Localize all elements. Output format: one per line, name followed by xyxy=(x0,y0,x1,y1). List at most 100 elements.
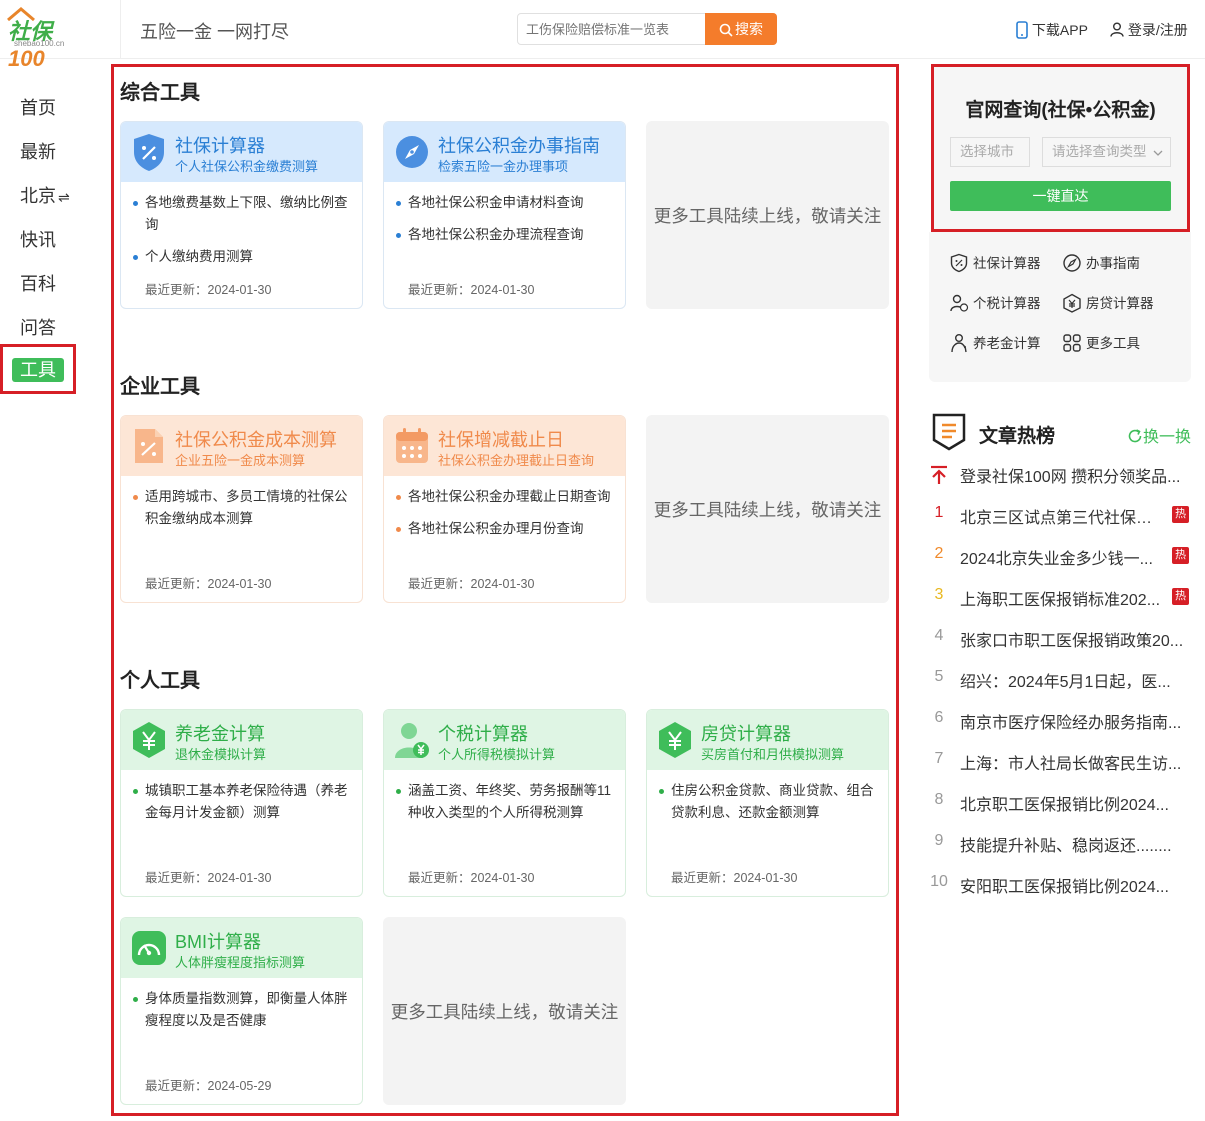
yuan-hexagon-icon xyxy=(133,722,165,758)
card-subtitle: 人体胖瘦程度指标测算 xyxy=(175,955,306,970)
nav-home[interactable]: 首页 xyxy=(20,94,56,120)
card-header: 社保计算器 个人社保公积金缴费测算 xyxy=(121,122,362,182)
hot-article-title: 安阳职工医保报销比例2024... xyxy=(960,879,1169,896)
card-header: 社保公积金成本测算 企业五险一金成本测算 xyxy=(121,416,362,476)
card-items: 城镇职工基本养老保险待遇（养老金每月计发金额）测算 xyxy=(131,780,356,834)
hot-article-item[interactable]: 2 2024北京失业金多少钱一... 热 xyxy=(929,545,1191,569)
download-app-link[interactable]: 下载APP xyxy=(1016,20,1088,40)
card-items: 身体质量指数测算，即衡量人体胖瘦程度以及是否健康 xyxy=(131,988,356,1042)
refresh-icon xyxy=(1128,429,1142,443)
card-subtitle: 检索五险一金办理事项 xyxy=(438,159,569,174)
tool-card-pension[interactable]: 养老金计算 退休金模拟计算 城镇职工基本养老保险待遇（养老金每月计发金额）测算 … xyxy=(120,709,363,897)
go-direct-button[interactable]: 一键直达 xyxy=(950,181,1171,211)
card-subtitle: 退休金模拟计算 xyxy=(175,747,267,762)
card-title: 社保公积金成本测算 xyxy=(175,430,337,450)
card-update-date: 最近更新：2024-01-30 xyxy=(408,871,535,885)
card-item: 城镇职工基本养老保险待遇（养老金每月计发金额）测算 xyxy=(131,780,356,824)
official-query-box: 官网查询(社保•公积金) 选择城市 请选择查询类型 一键直达 xyxy=(931,64,1190,232)
tool-card-cost-estimate[interactable]: 社保公积金成本测算 企业五险一金成本测算 适用跨城市、多员工情境的社保公积金缴纳… xyxy=(120,415,363,603)
query-type-select[interactable]: 请选择查询类型 xyxy=(1042,137,1171,167)
card-subtitle: 企业五险一金成本测算 xyxy=(175,453,306,468)
nav-qa[interactable]: 问答 xyxy=(20,314,56,340)
card-update-date: 最近更新：2024-05-29 xyxy=(145,1079,272,1093)
card-item: 涵盖工资、年终奖、劳务报酬等11种收入类型的个人所得税测算 xyxy=(394,780,619,824)
tool-card-bmi[interactable]: BMI计算器 人体胖瘦程度指标测算 身体质量指数测算，即衡量人体胖瘦程度以及是否… xyxy=(120,917,363,1105)
quick-tool-label: 个税计算器 xyxy=(973,296,1041,311)
card-items: 各地缴费基数上下限、缴纳比例查询 个人缴纳费用测算 xyxy=(131,192,356,278)
login-link[interactable]: 登录/注册 xyxy=(1110,20,1188,40)
card-header: 养老金计算 退休金模拟计算 xyxy=(121,710,362,770)
card-title: 养老金计算 xyxy=(175,724,265,744)
slogan: 五险一金 一网打尽 xyxy=(140,22,290,42)
search-input[interactable] xyxy=(518,14,706,44)
quick-tax-calculator[interactable]: 个税计算器 xyxy=(949,292,1041,313)
quick-social-calculator[interactable]: 社保计算器 xyxy=(949,252,1041,273)
hot-article-rank: 4 xyxy=(934,627,944,644)
card-update-date: 最近更新：2024-01-30 xyxy=(145,577,272,591)
quick-more-tools[interactable]: 更多工具 xyxy=(1062,332,1140,353)
tool-card-social-calculator[interactable]: 社保计算器 个人社保公积金缴费测算 各地缴费基数上下限、缴纳比例查询 个人缴纳费… xyxy=(120,121,363,309)
quick-mortgage-calculator[interactable]: 房贷计算器 xyxy=(1062,292,1154,313)
card-subtitle: 社保公积金办理截止日查询 xyxy=(438,453,595,468)
hot-article-item[interactable]: 7 上海：市人社局长做客民生访... xyxy=(929,750,1191,774)
card-item: 各地缴费基数上下限、缴纳比例查询 xyxy=(131,192,356,236)
chevron-down-icon xyxy=(1153,150,1163,156)
hot-articles-title: 文章热榜 xyxy=(979,426,1056,447)
gauge-icon xyxy=(132,931,166,965)
tool-card-guide[interactable]: 社保公积金办事指南 检索五险一金办理事项 各地社保公积金申请材料查询 各地社保公… xyxy=(383,121,626,309)
trophy-list-icon xyxy=(932,413,966,451)
hot-article-title: 北京三区试点第三代社保卡... xyxy=(960,510,1165,527)
logo-subtext: shebao100.cn xyxy=(14,39,65,48)
site-logo[interactable]: 社保100 shebao100.cn xyxy=(4,6,84,71)
hot-article-item[interactable]: 登录社保100网 攒积分领奖品... xyxy=(929,463,1191,487)
card-title: 房贷计算器 xyxy=(701,724,791,744)
hot-article-item[interactable]: 9 技能提升补贴、稳岗返还........ xyxy=(929,832,1191,856)
query-type-placeholder: 请选择查询类型 xyxy=(1052,144,1147,159)
header: 社保100 shebao100.cn 五险一金 一网打尽 搜索 下载APP 登录… xyxy=(0,0,1205,71)
tool-card-mortgage[interactable]: 房贷计算器 买房首付和月供模拟测算 住房公积金贷款、商业贷款、组合贷款利息、还款… xyxy=(646,709,889,897)
hot-article-rank: 5 xyxy=(934,668,944,685)
hot-article-rank: 3 xyxy=(934,586,944,603)
yuan-hexagon-icon xyxy=(1063,293,1081,313)
card-update-date: 最近更新：2024-01-30 xyxy=(408,577,535,591)
hot-article-item[interactable]: 8 北京职工医保报销比例2024... xyxy=(929,791,1191,815)
calendar-icon xyxy=(396,428,428,463)
hot-badge: 热 xyxy=(1172,547,1189,564)
card-subtitle: 个人社保公积金缴费测算 xyxy=(175,159,319,174)
more-tools-placeholder: 更多工具陆续上线，敬请关注 xyxy=(646,121,889,309)
tool-card-deadline[interactable]: 社保增减截止日 社保公积金办理截止日查询 各地社保公积金办理截止日期查询 各地社… xyxy=(383,415,626,603)
person-yuan-icon xyxy=(950,294,969,312)
hot-article-rank: 2 xyxy=(934,545,944,562)
hot-article-item[interactable]: 5 绍兴：2024年5月1日起，医... xyxy=(929,668,1191,692)
hot-article-rank: 10 xyxy=(930,873,948,890)
card-title: 社保公积金办事指南 xyxy=(438,136,600,156)
hot-article-item[interactable]: 6 南京市医疗保险经办服务指南... xyxy=(929,709,1191,733)
hot-article-item[interactable]: 4 张家口市职工医保报销政策20... xyxy=(929,627,1191,651)
quick-tools-panel: 社保计算器 办事指南 个税计算器 房贷计算器 养老金计算 更多工具 xyxy=(929,232,1191,382)
hot-article-item[interactable]: 1 北京三区试点第三代社保卡... 热 xyxy=(929,504,1191,528)
tool-card-tax[interactable]: 个税计算器 个人所得税模拟计算 涵盖工资、年终奖、劳务报酬等11种收入类型的个人… xyxy=(383,709,626,897)
city-select[interactable]: 选择城市 xyxy=(950,137,1030,167)
quick-tool-label: 房贷计算器 xyxy=(1086,296,1154,311)
card-item: 各地社保公积金办理流程查询 xyxy=(394,224,619,246)
download-app-label: 下载APP xyxy=(1031,22,1088,38)
quick-tool-label: 办事指南 xyxy=(1086,256,1140,271)
refresh-button[interactable]: 换一换 xyxy=(1127,423,1191,447)
nav-city[interactable]: 北京 ⇌ xyxy=(20,182,70,208)
nav-latest[interactable]: 最新 xyxy=(20,138,56,164)
quick-guide[interactable]: 办事指南 xyxy=(1062,252,1140,273)
card-subtitle: 个人所得税模拟计算 xyxy=(438,747,556,762)
card-item: 适用跨城市、多员工情境的社保公积金缴纳成本测算 xyxy=(131,486,356,530)
card-update-date: 最近更新：2024-01-30 xyxy=(145,283,272,297)
nav-flash[interactable]: 快讯 xyxy=(20,226,56,252)
search-button[interactable]: 搜索 xyxy=(705,13,777,45)
hot-article-item[interactable]: 10 安阳职工医保报销比例2024... xyxy=(929,873,1191,897)
hot-article-item[interactable]: 3 上海职工医保报销标准202... 热 xyxy=(929,586,1191,610)
nav-tools-active[interactable]: 工具 xyxy=(12,358,64,382)
quick-pension-calculator[interactable]: 养老金计算 xyxy=(949,332,1041,353)
nav-wiki[interactable]: 百科 xyxy=(20,270,56,296)
card-items: 各地社保公积金申请材料查询 各地社保公积金办理流程查询 xyxy=(394,192,619,256)
hot-article-rank: 6 xyxy=(934,709,944,726)
search-box: 搜索 xyxy=(517,13,777,45)
hot-articles-header: 文章热榜 换一换 xyxy=(929,412,1191,452)
